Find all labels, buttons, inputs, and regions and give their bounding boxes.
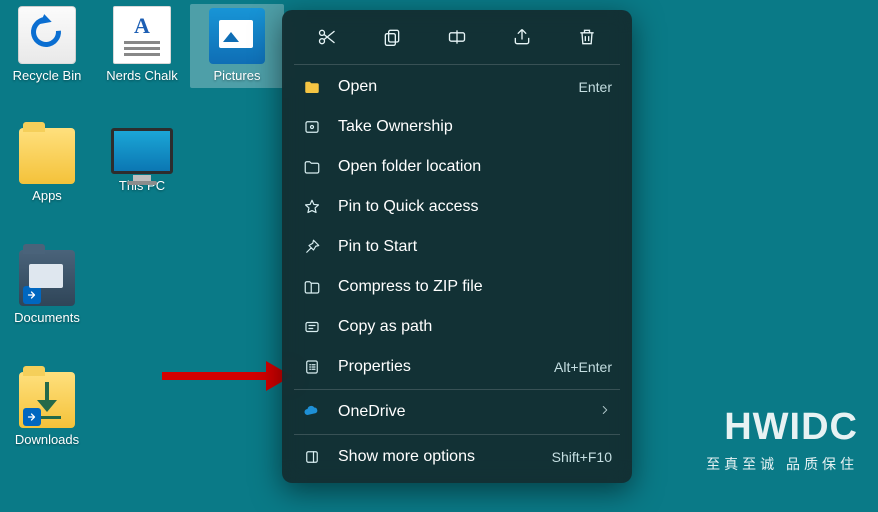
share-icon <box>512 27 532 47</box>
document-icon <box>113 6 171 64</box>
ownership-icon <box>302 117 322 137</box>
documents-folder-icon <box>19 250 75 306</box>
trash-icon <box>577 27 597 47</box>
copy-button[interactable] <box>377 22 407 52</box>
desktop: Recycle Bin Nerds Chalk Pictures Apps Th… <box>0 0 878 512</box>
rename-icon <box>447 27 467 47</box>
menu-item-label: Copy as path <box>338 318 612 336</box>
rename-button[interactable] <box>442 22 472 52</box>
desktop-icon-downloads[interactable]: Downloads <box>0 372 94 448</box>
watermark-subtitle: 至真至诚 品质保住 <box>706 454 858 474</box>
folder-open-icon <box>302 77 322 97</box>
icon-label: Nerds Chalk <box>95 68 189 84</box>
watermark-title: HWIDC <box>706 408 858 446</box>
menu-separator <box>294 64 620 65</box>
menu-item-label: Pin to Quick access <box>338 198 612 216</box>
shortcut-badge-icon <box>23 408 41 426</box>
menu-item-label: Properties <box>338 358 538 376</box>
star-icon <box>302 197 322 217</box>
desktop-icon-documents[interactable]: Documents <box>0 250 94 326</box>
menu-item-show-more-options[interactable]: Show more options Shift+F10 <box>288 437 626 477</box>
zip-icon <box>302 277 322 297</box>
menu-item-label: Show more options <box>338 448 536 466</box>
menu-item-open-folder-location[interactable]: Open folder location <box>288 147 626 187</box>
properties-icon <box>302 357 322 377</box>
context-menu: Open Enter Take Ownership Open folder lo… <box>282 10 632 483</box>
icon-label: Recycle Bin <box>0 68 94 84</box>
copy-path-icon <box>302 317 322 337</box>
menu-item-copy-as-path[interactable]: Copy as path <box>288 307 626 347</box>
menu-item-shortcut: Enter <box>579 79 612 95</box>
downloads-folder-icon <box>19 372 75 428</box>
desktop-icon-this-pc[interactable]: This PC <box>95 128 189 194</box>
copy-icon <box>382 27 402 47</box>
menu-separator <box>294 434 620 435</box>
desktop-icon-nerds-chalk[interactable]: Nerds Chalk <box>95 6 189 84</box>
monitor-icon <box>111 128 173 174</box>
folder-icon <box>19 128 75 184</box>
onedrive-icon <box>302 402 322 422</box>
delete-button[interactable] <box>572 22 602 52</box>
share-button[interactable] <box>507 22 537 52</box>
menu-item-label: Open folder location <box>338 158 612 176</box>
menu-item-label: Compress to ZIP file <box>338 278 612 296</box>
menu-item-open[interactable]: Open Enter <box>288 67 626 107</box>
menu-item-label: OneDrive <box>338 403 582 421</box>
desktop-icon-apps[interactable]: Apps <box>0 128 94 204</box>
annotation-arrow <box>162 366 292 386</box>
menu-separator <box>294 389 620 390</box>
menu-item-properties[interactable]: Properties Alt+Enter <box>288 347 626 387</box>
scissors-icon <box>317 27 337 47</box>
chevron-right-icon <box>598 403 612 422</box>
menu-item-compress-zip[interactable]: Compress to ZIP file <box>288 267 626 307</box>
icon-label: Downloads <box>0 432 94 448</box>
icon-label: Documents <box>0 310 94 326</box>
context-menu-toolbar <box>288 16 626 62</box>
menu-item-label: Take Ownership <box>338 118 612 136</box>
shortcut-badge-icon <box>23 286 41 304</box>
menu-item-label: Open <box>338 78 563 96</box>
icon-label: Pictures <box>190 68 284 84</box>
menu-item-shortcut: Alt+Enter <box>554 359 612 375</box>
cut-button[interactable] <box>312 22 342 52</box>
menu-item-onedrive[interactable]: OneDrive <box>288 392 626 432</box>
icon-label: Apps <box>0 188 94 204</box>
recycle-bin-icon <box>18 6 76 64</box>
menu-item-take-ownership[interactable]: Take Ownership <box>288 107 626 147</box>
folder-location-icon <box>302 157 322 177</box>
menu-item-label: Pin to Start <box>338 238 612 256</box>
menu-item-pin-quick-access[interactable]: Pin to Quick access <box>288 187 626 227</box>
pin-icon <box>302 237 322 257</box>
pictures-folder-icon <box>209 8 265 64</box>
more-options-icon <box>302 447 322 467</box>
menu-item-pin-start[interactable]: Pin to Start <box>288 227 626 267</box>
menu-item-shortcut: Shift+F10 <box>552 449 612 465</box>
watermark: HWIDC 至真至诚 品质保住 <box>706 408 858 474</box>
desktop-icon-pictures[interactable]: Pictures <box>190 4 284 88</box>
desktop-icon-recycle-bin[interactable]: Recycle Bin <box>0 6 94 84</box>
